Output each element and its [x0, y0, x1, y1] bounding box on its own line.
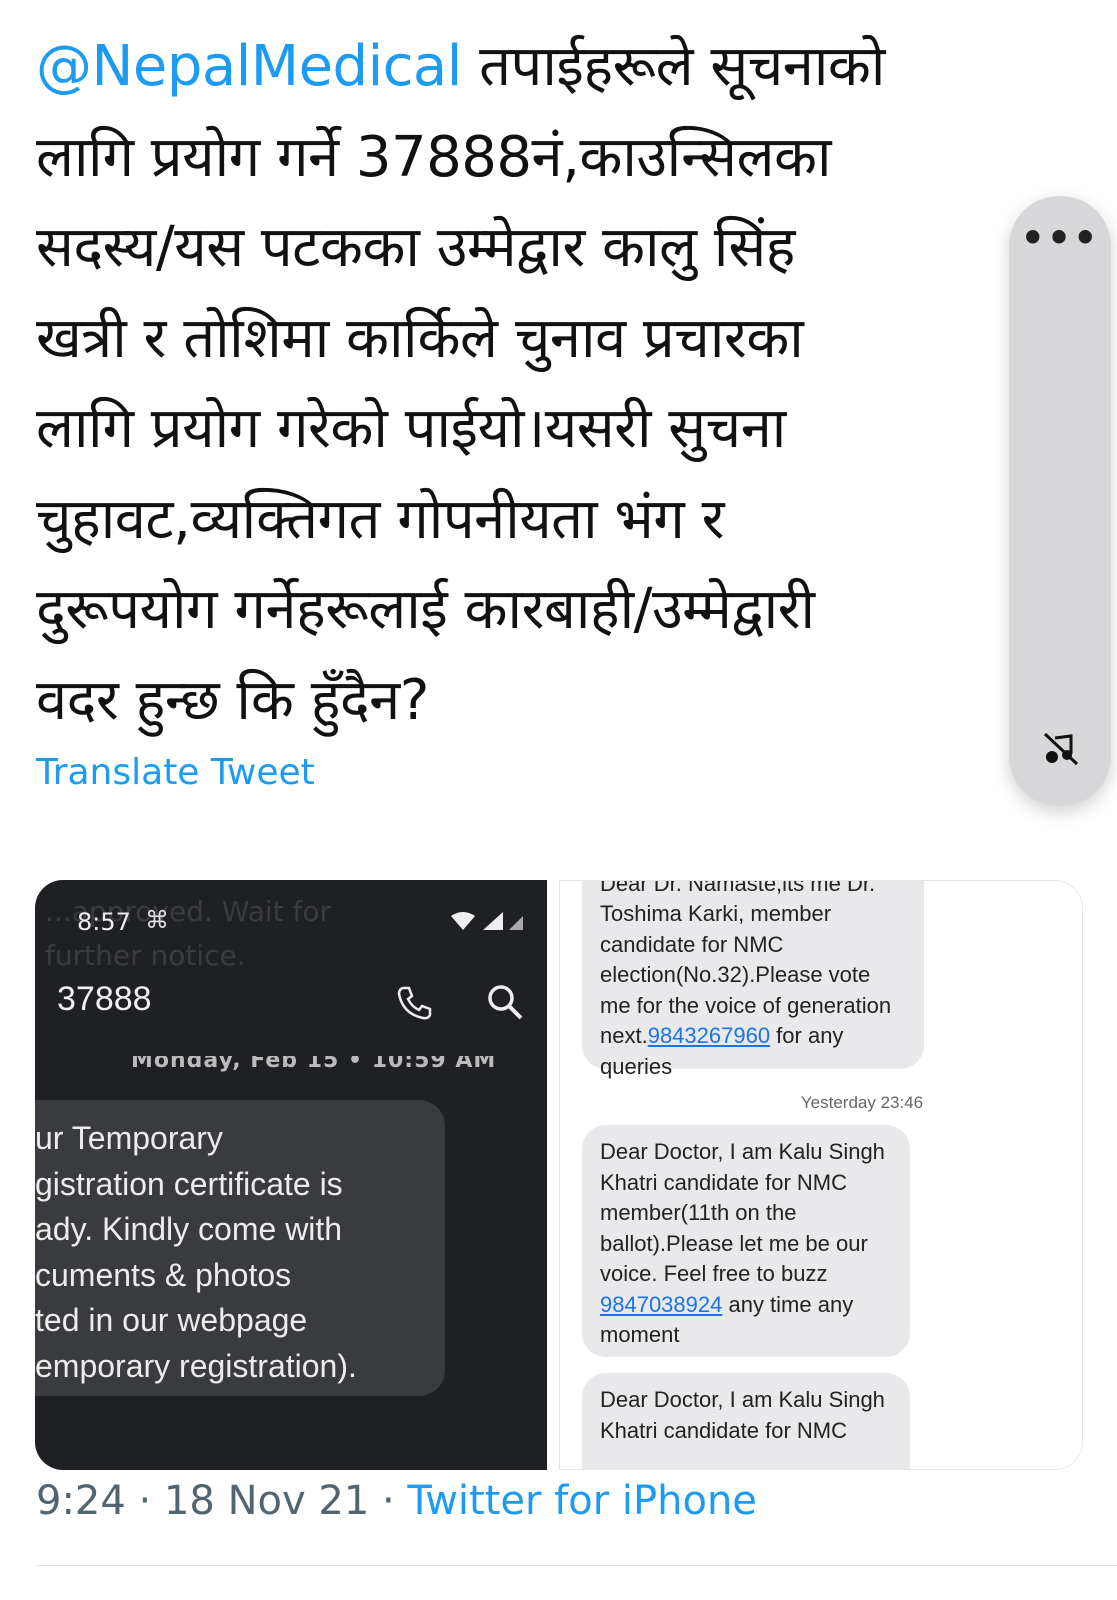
tweet-source[interactable]: Twitter for iPhone [407, 1478, 757, 1524]
sms-bubble-toshima: Dear Dr. Namaste,its me Dr. Toshima Karki… [582, 880, 924, 1079]
mute-icon[interactable] [1041, 728, 1081, 768]
sms-cut-line: Dear Dr. Namaste,its me Dr. [600, 880, 876, 896]
sms-screenshot-dark[interactable]: ...approved. Wait for further notice. 8:… [35, 880, 547, 1470]
floating-side-controls: ••• [1009, 196, 1111, 806]
divider [36, 1565, 1117, 1566]
sms-bubble: ur Temporary gistration certificate is a… [35, 1100, 445, 1396]
message-timestamp: Yesterday 23:46 [800, 1093, 924, 1112]
search-icon[interactable] [485, 982, 525, 1022]
sms-screenshot-light[interactable]: Dear Dr. Namaste,its me Dr. Toshima Karki… [559, 880, 1083, 1470]
status-time: 8:57 [77, 908, 131, 936]
sms-bubble-kalu-repeat: Dear Doctor, I am Kalu Singh Khatri cand… [582, 1373, 910, 1469]
date-separator: Monday, Feb 15 • 10:59 AM [131, 1048, 497, 1073]
tweet-media[interactable]: ...approved. Wait for further notice. 8:… [35, 880, 1083, 1470]
mention-link[interactable]: @NepalMedical [36, 34, 462, 99]
sms-text: Dear Doctor, I am Kalu Singh Khatri cand… [600, 1139, 885, 1286]
sms-sender: 37888 [57, 980, 152, 1018]
phone-link[interactable]: 9843267960 [648, 1023, 770, 1048]
tweet-meta: 9:24 · 18 Nov 21 · Twitter for iPhone [36, 1478, 757, 1524]
sms-bubble-kalu: Dear Doctor, I am Kalu Singh Khatri cand… [582, 1125, 910, 1357]
tweet-body: तपाईहरूले सूचनाको लागि प्रयोग गर्ने 3788… [36, 34, 885, 733]
more-horizontal-icon[interactable]: ••• [1009, 216, 1111, 260]
translate-tweet-link[interactable]: Translate Tweet [36, 752, 315, 793]
status-app-icon: ⌘ [145, 906, 169, 934]
signal-wifi-icon [447, 908, 527, 940]
tweet-text: @NepalMedical तपाईहरूले सूचनाको लागि प्र… [36, 22, 1066, 746]
phone-link[interactable]: 9847038924 [600, 1292, 722, 1317]
phone-icon[interactable] [395, 984, 433, 1022]
tweet-timestamp[interactable]: 9:24 · 18 Nov 21 · [36, 1478, 407, 1524]
